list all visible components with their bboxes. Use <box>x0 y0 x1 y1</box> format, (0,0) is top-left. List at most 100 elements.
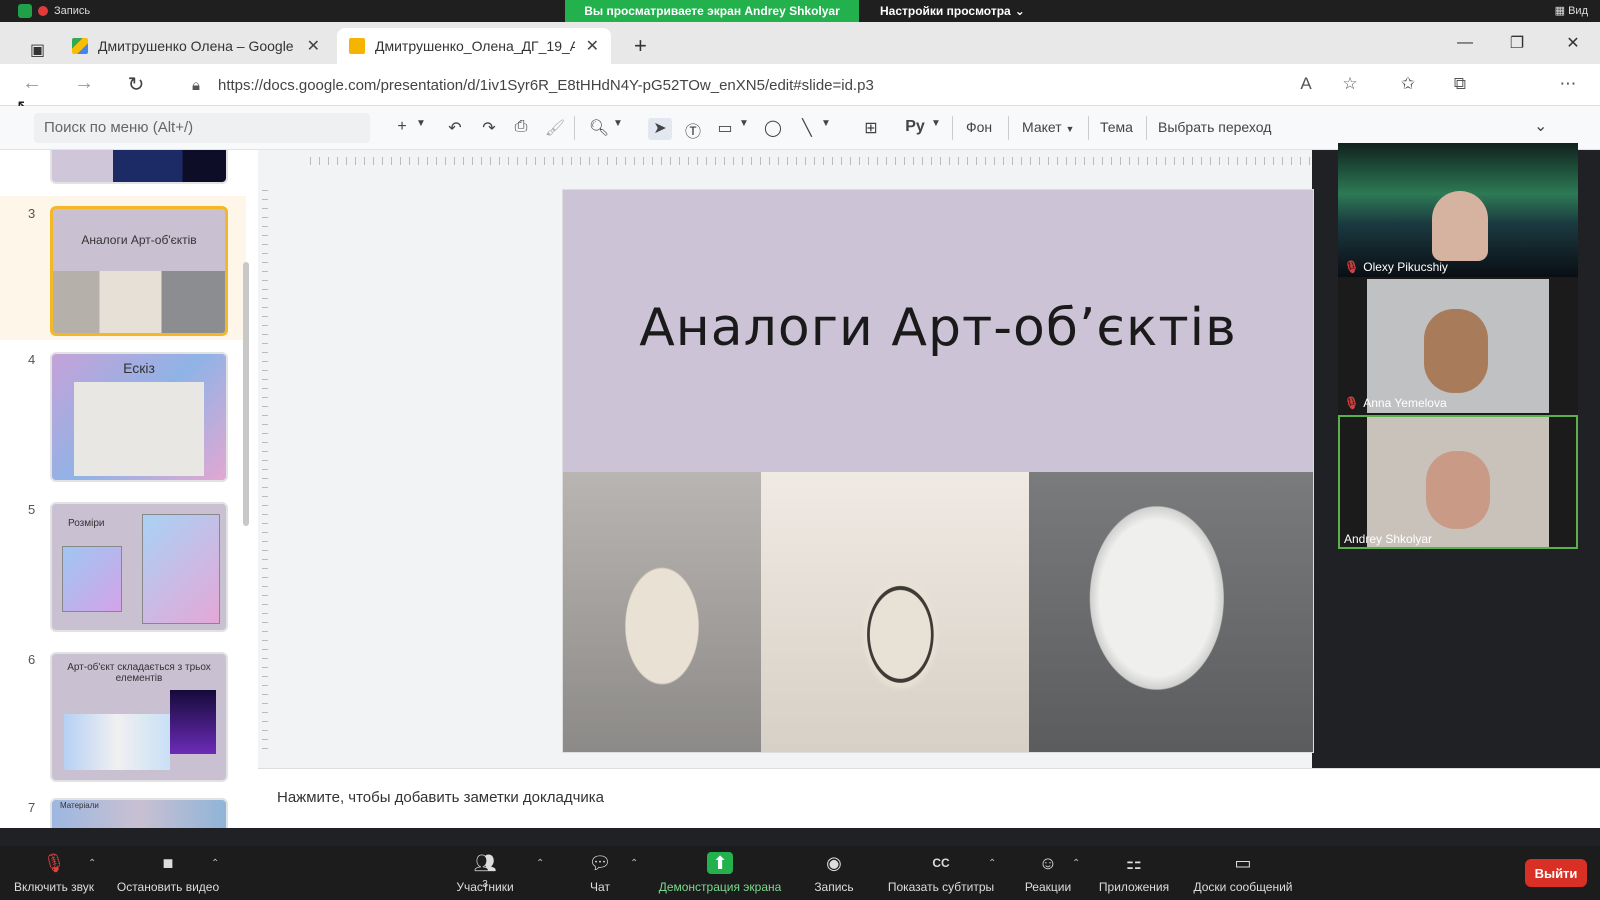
participant-tile-active-speaker[interactable]: Andrey Shkolyar <box>1338 415 1578 549</box>
caret-down-icon: ▼ <box>613 118 623 129</box>
line-button[interactable]: ╲ <box>796 118 818 140</box>
close-window-button[interactable]: ✕ <box>1548 22 1598 64</box>
minimize-button[interactable]: — <box>1440 22 1490 64</box>
caret-down-icon: ▼ <box>1065 124 1075 134</box>
horizontal-ruler[interactable] <box>310 157 1310 165</box>
comment-icon: ⊞ <box>864 120 878 137</box>
unmute-button[interactable]: 🎙︎ Включить звук <box>10 852 98 894</box>
paint-format-button[interactable]: 🖌︎ <box>544 118 566 140</box>
drive-icon <box>72 38 88 54</box>
restore-button[interactable]: ❐ <box>1492 22 1542 64</box>
layout-button[interactable]: Макет ▼ <box>1022 119 1074 135</box>
participant-tile[interactable]: 🎙︎ Olexy Pikucshiy <box>1338 143 1578 277</box>
apps-button[interactable]: ⚏ Приложения <box>1094 852 1174 894</box>
slide-thumbnail-7[interactable]: Матеріали <box>50 798 228 828</box>
zoom-status-bar: Запись Вы просматриваете экран Andrey Sh… <box>0 0 1600 22</box>
filmstrip-scrollbar[interactable] <box>243 262 249 526</box>
more-button[interactable]: ⋯ <box>1556 74 1580 96</box>
apps-icon: ⚏ <box>1125 853 1143 873</box>
participants-button[interactable]: 👥︎3 Участники <box>448 852 522 894</box>
input-tools-button[interactable]: Ру <box>904 118 926 140</box>
read-aloud-icon: A <box>1300 74 1312 93</box>
collapse-toolbar-button[interactable]: ⌄ <box>1534 116 1547 136</box>
close-tab-icon[interactable]: ✕ <box>586 36 599 56</box>
insert-image-menu-button[interactable]: ▼ <box>738 118 750 140</box>
slide-thumbnail-5[interactable]: Розміри <box>50 502 228 632</box>
security-shield-icon[interactable] <box>18 4 32 18</box>
menu-search-input[interactable]: Поиск по меню (Alt+/) <box>34 113 370 143</box>
reactions-button[interactable]: ☺ Реакции <box>1018 852 1078 894</box>
toolbar-divider <box>574 116 575 140</box>
reactions-icon: ☺ <box>1038 853 1058 873</box>
participant-tile[interactable]: 🎙︎ Anna Yemelova <box>1338 279 1578 413</box>
melting-face-sculpture-image[interactable] <box>1029 472 1313 752</box>
undo-button[interactable]: ↶ <box>444 118 466 140</box>
background-button[interactable]: Фон <box>966 119 992 135</box>
zoom-menu-button[interactable]: ▼ <box>612 118 624 140</box>
input-tools-menu-button[interactable]: ▼ <box>930 118 942 140</box>
whiteboard-icon: ▭ <box>1234 853 1252 873</box>
slide-number: 7 <box>28 800 36 815</box>
new-slide-menu-button[interactable]: ▼ <box>414 118 428 140</box>
whiteboards-button[interactable]: ▭ Доски сообщений <box>1188 852 1298 894</box>
leave-meeting-button[interactable]: Выйти <box>1525 859 1587 887</box>
zoom-button[interactable]: 🔍︎ <box>588 118 610 140</box>
slide-thumbnail-6[interactable]: Арт-об'єкт складається з трьох елементів <box>50 652 228 782</box>
back-button[interactable]: ← <box>18 72 46 98</box>
reload-button[interactable]: ↻ <box>122 72 150 98</box>
video-options-caret-icon[interactable]: ⌃ <box>211 858 219 869</box>
chat-button[interactable]: 💬︎ Чат <box>580 852 620 894</box>
insert-image-button[interactable]: ▭ <box>714 118 736 140</box>
skull-faces-sculpture-image[interactable] <box>761 472 1029 752</box>
captions-caret-icon[interactable]: ⌃ <box>988 858 996 869</box>
tab-actions-button[interactable]: ▣ <box>18 32 58 68</box>
current-slide[interactable]: Аналоги Арт-об’єктів <box>563 190 1313 752</box>
slide-title[interactable]: Аналоги Арт-об’єктів <box>563 298 1313 358</box>
mask-sculpture-image[interactable] <box>563 472 761 752</box>
transition-button[interactable]: Выбрать переход <box>1158 119 1271 135</box>
thumbnail-title: Аналоги Арт-об'єктів <box>81 233 197 247</box>
view-settings-button[interactable]: Настройки просмотра ⌄ <box>880 0 1025 22</box>
show-captions-button[interactable]: CC Показать субтитры <box>880 852 1002 894</box>
input-tools-icon: Ру <box>905 118 925 135</box>
new-tab-button[interactable]: + <box>622 28 658 64</box>
add-favorite-button[interactable]: ☆ <box>1338 74 1362 96</box>
record-button[interactable]: ◉ Запись <box>806 852 862 894</box>
reactions-caret-icon[interactable]: ⌃ <box>1072 858 1080 869</box>
text-box-button[interactable]: Ⓣ <box>682 118 704 141</box>
close-tab-icon[interactable]: ✕ <box>307 36 320 56</box>
url-field[interactable]: 🔒︎ https://docs.google.com/presentation/… <box>172 69 1356 101</box>
shape-button[interactable]: ◯ <box>762 118 784 140</box>
slide-thumbnail-3[interactable]: Аналоги Арт-об'єктів <box>50 206 228 336</box>
slide-thumbnail-4[interactable]: Ескіз <box>50 352 228 482</box>
forward-button[interactable]: → <box>70 72 98 98</box>
add-comment-button[interactable]: ⊞ <box>860 118 882 140</box>
layout-label: Макет <box>1022 119 1062 135</box>
participant-name-tag: Andrey Shkolyar <box>1344 532 1432 546</box>
redo-button[interactable]: ↷ <box>478 118 500 140</box>
audio-options-caret-icon[interactable]: ⌃ <box>88 858 96 869</box>
print-button[interactable]: ⎙ <box>510 118 532 140</box>
more-icon: ⋯ <box>1559 74 1577 93</box>
collections-button[interactable]: ⧉ <box>1448 74 1472 96</box>
stop-video-button[interactable]: ■ Остановить видео <box>110 852 226 894</box>
zoom-icon: 🔍︎ <box>588 120 610 137</box>
read-aloud-button[interactable]: A <box>1294 74 1318 96</box>
vertical-ruler[interactable] <box>262 190 268 750</box>
new-slide-button[interactable]: + <box>392 118 412 140</box>
theme-button[interactable]: Тема <box>1100 119 1133 135</box>
select-tool-button[interactable]: ➤ <box>648 118 672 140</box>
show-captions-label: Показать субтитры <box>887 880 995 894</box>
caret-down-icon: ▼ <box>416 118 426 129</box>
speaker-notes[interactable]: Нажмите, чтобы добавить заметки докладчи… <box>258 768 1600 828</box>
share-screen-button[interactable]: ⬆ Демонстрация экрана <box>652 852 788 894</box>
participants-caret-icon[interactable]: ⌃ <box>536 858 544 869</box>
favorites-button[interactable]: ✩ <box>1396 74 1420 96</box>
slide-thumbnail-2[interactable] <box>50 150 228 184</box>
browser-tab-drive[interactable]: Дмитрушенко Олена – Google ✕ <box>60 28 332 64</box>
chat-caret-icon[interactable]: ⌃ <box>630 858 638 869</box>
browser-tab-slides[interactable]: Дмитрушенко_Олена_ДГ_19_Ар ✕ <box>337 28 611 64</box>
line-menu-button[interactable]: ▼ <box>820 118 832 140</box>
view-button[interactable]: ▦ Вид <box>1555 4 1588 17</box>
participant-name: Olexy Pikucshiy <box>1363 260 1448 274</box>
